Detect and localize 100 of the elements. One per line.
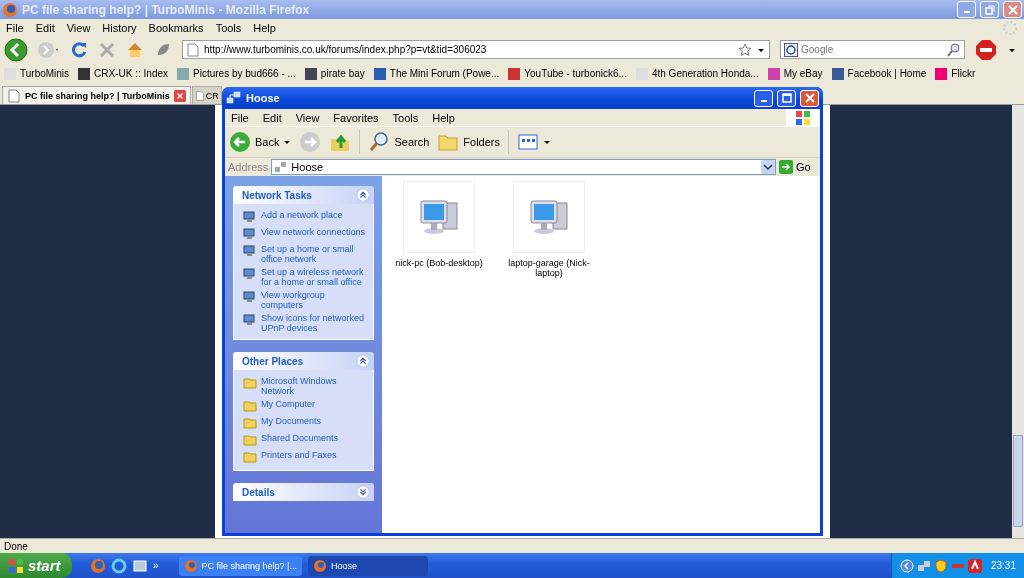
dropdown-icon[interactable] <box>761 160 775 174</box>
bookmark-item[interactable]: TurboMinis <box>3 66 70 81</box>
search-button[interactable]: Search <box>368 131 430 153</box>
taskbar-button[interactable]: PC file sharing help? |... <box>178 555 302 576</box>
network-icon[interactable] <box>916 558 931 573</box>
menu-item[interactable]: Tools <box>392 111 419 124</box>
views-button[interactable] <box>517 131 551 153</box>
stop-sign-icon[interactable] <box>975 38 997 61</box>
task-link[interactable]: View network connections <box>261 227 365 237</box>
close-icon <box>804 93 815 103</box>
window-title: Hoose <box>246 92 280 104</box>
bookmark-icon <box>176 66 190 81</box>
browser-tab[interactable]: CR <box>191 86 222 104</box>
minimize-button[interactable] <box>957 1 976 18</box>
computer-label[interactable]: laptop-garage (Nick-laptop) <box>502 258 596 278</box>
chevron-icon[interactable] <box>356 188 370 202</box>
menu-item[interactable]: Bookmarks <box>148 21 204 34</box>
minimize-icon <box>963 11 970 13</box>
menu-item[interactable]: View <box>295 111 320 124</box>
panel-header[interactable]: Other Places <box>233 352 374 370</box>
close-button[interactable] <box>800 89 819 107</box>
network-icon <box>274 160 289 174</box>
start-button[interactable]: start <box>0 553 72 578</box>
panel-header[interactable]: Details <box>233 483 374 501</box>
go-button[interactable]: Go <box>779 160 817 174</box>
menu-item[interactable]: Edit <box>35 21 55 34</box>
address-field[interactable]: Hoose <box>271 159 776 175</box>
search-icon[interactable] <box>947 42 961 57</box>
task-link[interactable]: Show icons for networked UPnP devices <box>261 313 369 333</box>
computer-icon <box>243 210 257 224</box>
menu-item[interactable]: View <box>66 21 91 34</box>
page-icon <box>186 42 200 57</box>
bookmark-item[interactable]: Pictures by bud666 - ... <box>176 66 296 81</box>
task-link[interactable]: Set up a home or small office network <box>261 244 369 264</box>
close-icon[interactable] <box>173 89 186 102</box>
bookmark-item[interactable]: Flickr <box>934 66 976 81</box>
minimize-icon <box>760 99 767 102</box>
bookmark-icon <box>372 66 387 81</box>
back-button[interactable]: Back <box>229 131 292 153</box>
desktop-icon[interactable] <box>132 557 148 574</box>
bookmark-item[interactable]: The Mini Forum (Powe... <box>372 66 500 81</box>
task-link[interactable]: Shared Documents <box>261 433 339 443</box>
task-link[interactable]: My Computer <box>261 399 315 409</box>
maximize-icon <box>781 93 792 103</box>
panel-header[interactable]: Network Tasks <box>233 186 374 204</box>
folder-icon <box>243 450 257 464</box>
caret-icon <box>543 138 551 146</box>
chevron-icon[interactable] <box>356 485 370 499</box>
task-link[interactable]: My Documents <box>261 416 322 426</box>
menu-item[interactable]: Help <box>253 21 276 34</box>
folders-button[interactable]: Folders <box>437 131 500 153</box>
star-icon[interactable] <box>738 42 752 57</box>
computer-icon <box>243 244 257 258</box>
computer-icon <box>243 227 257 241</box>
home-icon[interactable] <box>126 40 144 59</box>
minimize-button[interactable] <box>754 89 773 107</box>
bookmark-item[interactable]: CRX-UK :: Index <box>77 66 168 81</box>
address-field[interactable]: http://www.turbominis.co.uk/forums/index.php?p=vt&tid=306023 <box>182 40 770 59</box>
folder-icon <box>243 376 257 390</box>
scrollbar[interactable] <box>1013 435 1023 527</box>
back-button[interactable] <box>4 37 28 62</box>
menu-item[interactable]: Help <box>432 111 455 124</box>
search-box[interactable]: Google <box>780 40 965 59</box>
task-link[interactable]: Add a network place <box>261 210 343 220</box>
bookmark-item[interactable]: Facebook | Home <box>830 66 927 81</box>
chevron-icon[interactable] <box>356 354 370 368</box>
shield-icon[interactable] <box>933 558 948 573</box>
taskbar-button[interactable]: Hoose <box>307 555 428 576</box>
menu-item[interactable]: Edit <box>262 111 282 124</box>
menu-item[interactable]: Tools <box>215 21 242 34</box>
restore-icon <box>984 4 995 15</box>
browser-tab[interactable]: PC file sharing help? | TurboMinis <box>2 86 191 104</box>
menu-item[interactable]: History <box>102 21 137 34</box>
bookmark-icon <box>766 66 781 81</box>
reload-icon[interactable] <box>70 40 88 59</box>
task-link[interactable]: Printers and Faxes <box>261 450 337 460</box>
folder-icon <box>243 433 257 447</box>
task-link[interactable]: Set up a wireless network for a home or small office <box>261 267 369 287</box>
globe-icon[interactable] <box>90 557 106 574</box>
maximize-button[interactable] <box>777 89 796 107</box>
more-button[interactable]: » <box>153 560 159 571</box>
restore-button[interactable] <box>980 1 999 18</box>
menu-item[interactable]: Favorites <box>333 111 379 124</box>
bookmark-item[interactable]: My eBay <box>766 66 823 81</box>
menu-item[interactable]: File <box>231 111 249 124</box>
menu-item[interactable]: File <box>6 21 24 34</box>
folder-icon <box>243 399 257 413</box>
bookmark-icon <box>77 66 92 81</box>
grid-icon <box>517 131 539 153</box>
bookmark-icon <box>507 66 522 81</box>
bookmark-item[interactable]: YouTube - turbonick6... <box>507 66 627 81</box>
bookmark-item[interactable]: 4th Generation Honda... <box>634 66 759 81</box>
task-link[interactable]: Microsoft Windows Network <box>261 376 369 396</box>
computer-label[interactable]: nick-pc (Bob-desktop) <box>395 258 483 268</box>
address-label: Address <box>228 161 269 173</box>
bookmark-item[interactable]: pirate bay <box>303 66 365 81</box>
close-button[interactable] <box>1003 1 1022 18</box>
window-title: PC file sharing help? | TurboMinis - Mozilla Firefox <box>22 2 310 17</box>
task-link[interactable]: View workgroup computers <box>261 290 369 310</box>
throbber-icon <box>1002 19 1018 36</box>
